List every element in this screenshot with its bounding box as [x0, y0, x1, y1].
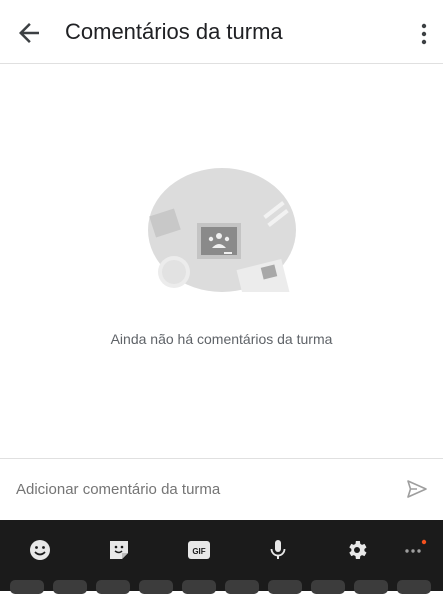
page-title: Comentários da turma — [65, 19, 283, 44]
keyboard-more-button[interactable] — [403, 538, 427, 562]
back-button[interactable] — [14, 18, 44, 48]
keyboard-key[interactable] — [96, 580, 130, 594]
keyboard-key[interactable] — [139, 580, 173, 594]
microphone-icon — [270, 540, 286, 559]
keyboard-key[interactable] — [354, 580, 388, 594]
arrow-back-icon — [19, 23, 39, 43]
keyboard: GIF — [0, 520, 443, 594]
gif-button[interactable]: GIF — [187, 538, 211, 562]
send-button[interactable] — [405, 477, 429, 501]
keyboard-key[interactable] — [397, 580, 431, 594]
keyboard-key[interactable] — [53, 580, 87, 594]
keyboard-settings-button[interactable] — [345, 538, 369, 562]
settings-icon — [349, 541, 367, 559]
more-horiz-icon — [405, 539, 427, 553]
keyboard-key[interactable] — [182, 580, 216, 594]
empty-state-message: Ainda não há comentários da turma — [110, 331, 333, 347]
empty-state: Ainda não há comentários da turma — [0, 168, 443, 347]
keyboard-key[interactable] — [268, 580, 302, 594]
gif-label: GIF — [192, 547, 205, 556]
keyboard-key[interactable] — [10, 580, 44, 594]
gif-icon: GIF — [188, 541, 210, 559]
keyboard-key[interactable] — [311, 580, 345, 594]
classroom-empty-illustration — [147, 168, 296, 292]
keyboard-toolbar: GIF — [0, 520, 443, 576]
comment-composer — [0, 458, 443, 520]
emoji-icon — [30, 540, 50, 560]
notification-dot — [421, 539, 427, 545]
comment-input[interactable] — [10, 473, 392, 505]
app-bar: Comentários da turma — [0, 0, 443, 64]
keyboard-key[interactable] — [225, 580, 259, 594]
sticker-button[interactable] — [107, 538, 131, 562]
sticker-icon — [110, 541, 128, 559]
emoji-button[interactable] — [28, 538, 52, 562]
more-vert-icon — [421, 23, 427, 45]
more-options-button[interactable] — [417, 20, 431, 48]
voice-input-button[interactable] — [266, 538, 290, 562]
send-icon — [407, 480, 427, 498]
keyboard-key-row — [0, 578, 443, 594]
